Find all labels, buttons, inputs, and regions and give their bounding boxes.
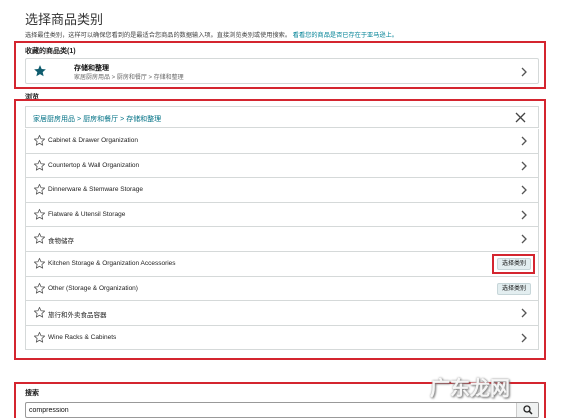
category-row[interactable]: 食物储存: [25, 227, 539, 252]
category-row[interactable]: Kitchen Storage & Organization Accessori…: [25, 251, 539, 277]
category-list: Cabinet & Drawer Organization Countertop …: [25, 129, 539, 351]
category-label: Flatware & Utensil Storage: [48, 210, 126, 218]
category-row[interactable]: Other (Storage & Organization) 选择类别: [25, 276, 539, 302]
chevron-right-icon[interactable]: [520, 333, 528, 343]
category-row[interactable]: Cabinet & Drawer Organization: [25, 129, 539, 154]
category-label: 旅行和外卖食品容器: [48, 312, 107, 320]
select-button-highlight: [492, 253, 535, 274]
star-outline-icon[interactable]: [33, 232, 46, 245]
category-row[interactable]: Countertop & Wall Organization: [25, 153, 539, 179]
category-row[interactable]: 旅行和外卖食品容器: [25, 301, 539, 326]
search-icon: [523, 405, 533, 415]
intro-text: 选择最佳类别，这样可以确保您看到的是最适合您商品的数据输入项。直接浏览类别或使用…: [25, 30, 555, 39]
category-label: 食物储存: [48, 238, 74, 246]
category-row[interactable]: Dinnerware & Stemware Storage: [25, 178, 539, 203]
favorites-label: 收藏的商品类(1): [25, 48, 76, 55]
favorite-category-card[interactable]: 存储和整理 家居厨房用品 > 厨房和餐厅 > 存储和整理: [25, 58, 539, 84]
chevron-right-icon[interactable]: [520, 234, 528, 244]
star-outline-icon[interactable]: [33, 183, 46, 196]
select-category-button[interactable]: 选择类别: [496, 282, 531, 295]
star-outline-icon[interactable]: [33, 257, 46, 270]
star-filled-icon[interactable]: [33, 64, 47, 78]
category-label: Cabinet & Drawer Organization: [48, 137, 138, 144]
breadcrumb-item[interactable]: 存储和整理: [126, 116, 161, 123]
category-label: Wine Racks & Cabinets: [48, 333, 117, 341]
search-input[interactable]: [26, 403, 516, 417]
breadcrumb-item[interactable]: 厨房和餐厅: [83, 116, 118, 123]
category-label: Dinnerware & Stemware Storage: [48, 186, 144, 194]
intro-link[interactable]: 看看您的商品是否已存在于亚马逊上。: [293, 32, 398, 39]
breadcrumb-separator: >: [77, 116, 82, 123]
favorite-category-path: 家居厨房用品 > 厨房和餐厅 > 存储和整理: [74, 75, 184, 81]
chevron-right-icon[interactable]: [520, 210, 528, 220]
search-box: [25, 402, 539, 418]
chevron-right-icon[interactable]: [520, 136, 528, 146]
chevron-right-icon[interactable]: [520, 185, 528, 195]
watermark: 广东龙网: [430, 378, 510, 400]
star-outline-icon[interactable]: [33, 208, 46, 221]
category-label: Countertop & Wall Organization: [48, 161, 140, 169]
page-title: 选择商品类别: [25, 12, 104, 27]
intro-description: 选择最佳类别，这样可以确保您看到的是最适合您商品的数据输入项。直接浏览类别或使用…: [25, 32, 292, 39]
star-outline-icon[interactable]: [33, 282, 46, 295]
star-outline-icon[interactable]: [33, 159, 46, 172]
search-button[interactable]: [516, 403, 538, 417]
breadcrumb-separator: >: [120, 116, 125, 123]
breadcrumb: 家居厨房用品 > 厨房和餐厅 > 存储和整理: [33, 114, 161, 124]
star-outline-icon[interactable]: [33, 331, 46, 344]
star-outline-icon[interactable]: [33, 306, 46, 319]
category-row[interactable]: Wine Racks & Cabinets: [25, 325, 539, 351]
browse-header: 家居厨房用品 > 厨房和餐厅 > 存储和整理: [25, 106, 539, 128]
star-outline-icon[interactable]: [33, 134, 46, 147]
close-icon[interactable]: [515, 112, 526, 123]
category-label: Kitchen Storage & Organization Accessori…: [48, 259, 176, 267]
breadcrumb-item[interactable]: 家居厨房用品: [33, 116, 75, 123]
chevron-right-icon[interactable]: [520, 161, 528, 171]
category-label: Other (Storage & Organization): [48, 284, 138, 292]
search-label: 搜索: [25, 390, 39, 397]
category-row[interactable]: Flatware & Utensil Storage: [25, 202, 539, 228]
chevron-right-icon[interactable]: [520, 67, 528, 77]
chevron-right-icon[interactable]: [520, 308, 528, 318]
